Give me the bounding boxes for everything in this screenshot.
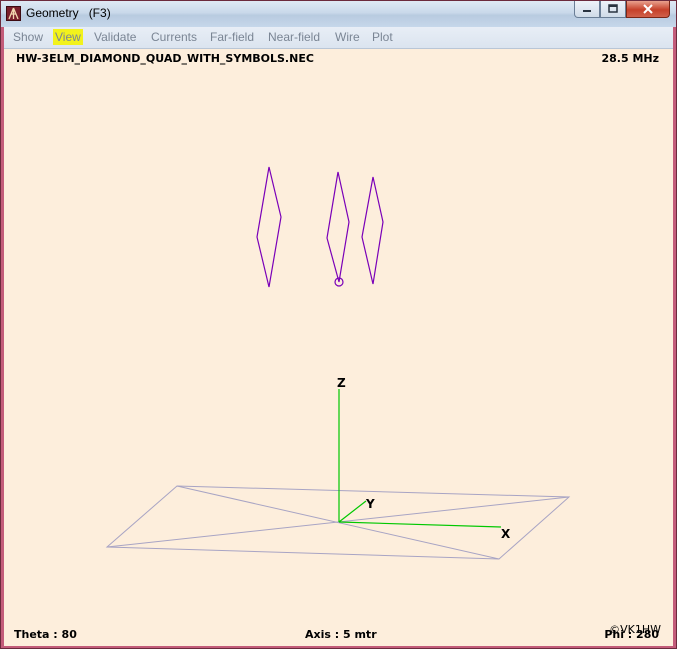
x-axis-label: X (501, 527, 511, 541)
close-icon (643, 4, 653, 14)
director-element[interactable] (361, 176, 384, 285)
window-shortcut: (F3) (88, 6, 111, 20)
maximize-button[interactable] (600, 1, 626, 18)
menu-currents[interactable]: Currents (149, 29, 199, 45)
geometry-canvas[interactable]: HW-3ELM_DIAMOND_QUAD_WITH_SYMBOLS.NEC 28… (4, 49, 673, 646)
antenna-app-icon[interactable] (6, 6, 21, 21)
y-axis-label: Y (365, 497, 375, 511)
geometry-window: Geometry (F3) Show View Validate Currents… (0, 0, 677, 649)
menu-view[interactable]: View (53, 29, 83, 45)
copyright-label: ©VK1HW (609, 623, 661, 636)
window-title-text: Geometry (26, 6, 79, 20)
y-axis (338, 500, 367, 523)
menu-validate[interactable]: Validate (92, 29, 138, 45)
driven-element[interactable] (326, 171, 350, 283)
coordinate-axes (338, 389, 502, 528)
menu-show[interactable]: Show (11, 29, 45, 45)
caption-buttons (574, 1, 670, 19)
minimize-icon (583, 10, 591, 12)
z-axis-label: Z (337, 376, 346, 390)
menu-plot[interactable]: Plot (370, 29, 395, 45)
x-axis (338, 521, 502, 528)
minimize-button[interactable] (574, 1, 600, 18)
ground-plane (105, 485, 571, 560)
window-title: Geometry (F3) (26, 6, 111, 20)
menu-bar: Show View Validate Currents Far-field Ne… (4, 27, 673, 49)
antenna-scene: Z Y X (105, 166, 571, 560)
axis-scale-readout: Axis : 5 mtr (305, 628, 377, 641)
theta-readout: Theta : 80 (14, 628, 77, 641)
menu-wire[interactable]: Wire (333, 29, 362, 45)
maximize-icon (608, 4, 618, 13)
close-button[interactable] (626, 1, 670, 18)
menu-far-field[interactable]: Far-field (208, 29, 256, 45)
reflector-element[interactable] (256, 166, 282, 288)
title-bar[interactable]: Geometry (F3) (1, 1, 676, 27)
menu-near-field[interactable]: Near-field (266, 29, 322, 45)
